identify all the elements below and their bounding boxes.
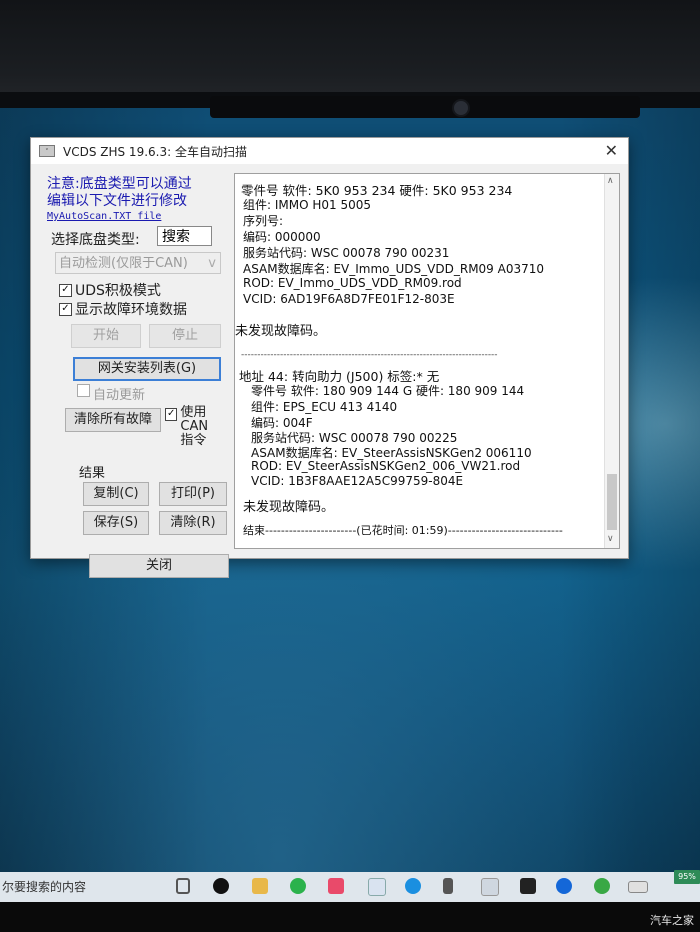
uds-active-checkbox[interactable]: ✓ UDS积极模式	[59, 280, 161, 300]
clear-button[interactable]: 清除(R)	[159, 511, 227, 535]
title-bar: ᵛ VCDS ZHS 19.6.3: 全车自动扫描 ✕	[31, 138, 628, 164]
taskbar-search-box[interactable]: 尔要搜索的内容	[0, 877, 162, 897]
left-panel: 注意:底盘类型可以通过 编辑以下文件进行修改 MyAutoScan.TXT fi…	[31, 164, 231, 578]
result-label: 结果	[79, 466, 106, 481]
show-env-data-checkbox[interactable]: ✓ 显示故障环境数据	[59, 299, 187, 319]
edge-icon[interactable]	[405, 878, 421, 894]
output-line: 序列号:	[243, 214, 284, 228]
output-line: ROD: EV_Immo_UDS_VDD_RM09.rod	[243, 276, 462, 290]
output-line: ROD: EV_SteerAssisNSKGen2_006_VW21.rod	[251, 459, 521, 473]
output-line: VCID: 1B3F8AAE12A5C99759-804E	[251, 474, 464, 488]
terminal-icon[interactable]	[520, 878, 536, 894]
app-store-icon[interactable]	[368, 878, 386, 896]
output-line: 编码: 000000	[243, 230, 321, 244]
scan-output-pane[interactable]: 零件号 软件: 5K0 953 234 硬件: 5K0 953 234 组件: …	[234, 173, 620, 549]
chassis-type-label: 选择底盘类型:	[51, 232, 140, 248]
app-icon[interactable]	[443, 878, 453, 894]
search-button[interactable]: 搜索	[157, 226, 212, 246]
browser-icon[interactable]	[556, 878, 572, 894]
output-line: 未发现故障码。	[243, 500, 335, 515]
folder-icon[interactable]	[252, 878, 268, 894]
scroll-up-icon[interactable]: ∧	[607, 176, 614, 186]
checkbox-box: ✓	[59, 283, 72, 297]
print-button[interactable]: 打印(P)	[159, 482, 227, 506]
note-line-1: 注意:底盘类型可以通过	[47, 176, 192, 192]
scroll-down-icon[interactable]: ∨	[607, 534, 614, 544]
output-line: 服务站代码: WSC 00078 790 00231	[243, 246, 450, 260]
security-icon[interactable]	[594, 878, 610, 894]
output-line: ASAM数据库名: EV_Immo_UDS_VDD_RM09 A03710	[243, 262, 545, 276]
start-button[interactable]: 开始	[71, 324, 141, 348]
checkbox-box	[77, 384, 90, 397]
webcam-icon	[452, 99, 470, 117]
close-icon[interactable]: ✕	[605, 141, 618, 160]
output-line: 结束-----------------------(已花时间: 01:59)--…	[243, 524, 563, 537]
clear-all-faults-button[interactable]: 清除所有故障	[65, 408, 161, 432]
output-line: 组件: IMMO H01 5005	[243, 198, 372, 212]
media-icon[interactable]	[328, 878, 344, 894]
output-line: VCID: 6AD19F6A8D7FE01F12-803E	[243, 292, 455, 306]
uds-active-label: UDS积极模式	[75, 283, 161, 299]
dashboard-icon[interactable]	[481, 878, 499, 896]
chassis-select[interactable]: 自动检测(仅限于CAN) v	[55, 252, 221, 274]
watermark: 汽车之家	[650, 914, 694, 927]
save-button[interactable]: 保存(S)	[83, 511, 149, 535]
chevron-down-icon: v	[208, 256, 216, 271]
camera-bar	[210, 96, 640, 118]
gateway-list-button[interactable]: 网关安装列表(G)	[73, 357, 221, 381]
wechat-icon[interactable]	[290, 878, 306, 894]
checkbox-box: ✓	[165, 408, 178, 421]
close-button[interactable]: 关闭	[89, 554, 229, 578]
checkbox-box: ✓	[59, 302, 72, 316]
show-env-label: 显示故障环境数据	[75, 302, 187, 318]
output-line: 组件: EPS_ECU 413 4140	[251, 400, 398, 414]
auto-update-label: 自动更新	[93, 388, 146, 403]
battery-indicator[interactable]: 95%	[674, 870, 700, 884]
vcds-autoscan-window: ᵛ VCDS ZHS 19.6.3: 全车自动扫描 ✕ 注意:底盘类型可以通过 …	[30, 137, 629, 578]
app-icon: ᵛ	[39, 145, 55, 157]
use-can-label-line-2: 指令	[180, 433, 207, 448]
use-can-label-line-1: 使用CAN	[180, 405, 209, 434]
use-can-label: 使用CAN 指令	[180, 406, 231, 448]
output-line: 零件号 软件: 180 909 144 G 硬件: 180 909 144	[251, 384, 525, 398]
chassis-note: 注意:底盘类型可以通过 编辑以下文件进行修改	[47, 176, 227, 210]
use-can-checkbox[interactable]: ✓ 使用CAN 指令	[165, 406, 231, 448]
task-view-icon[interactable]	[176, 878, 190, 894]
copy-button[interactable]: 复制(C)	[83, 482, 149, 506]
auto-update-checkbox[interactable]: 自动更新	[77, 384, 145, 403]
output-divider: ----------------------------------------…	[241, 350, 498, 360]
chassis-select-value: 自动检测(仅限于CAN)	[59, 256, 188, 271]
output-scrollbar[interactable]: ∧ ∨	[604, 174, 619, 548]
stop-button[interactable]: 停止	[149, 324, 221, 348]
autoscan-file-link[interactable]: MyAutoScan.TXT file	[47, 211, 161, 222]
bottom-frame	[0, 902, 700, 932]
qq-icon[interactable]	[213, 878, 229, 894]
scroll-thumb[interactable]	[607, 474, 617, 530]
keyboard-icon[interactable]	[628, 881, 648, 893]
window-title: VCDS ZHS 19.6.3: 全车自动扫描	[63, 144, 247, 159]
output-line: 未发现故障码。	[235, 324, 327, 339]
monitor-bezel	[0, 0, 700, 92]
note-line-2: 编辑以下文件进行修改	[47, 193, 187, 209]
